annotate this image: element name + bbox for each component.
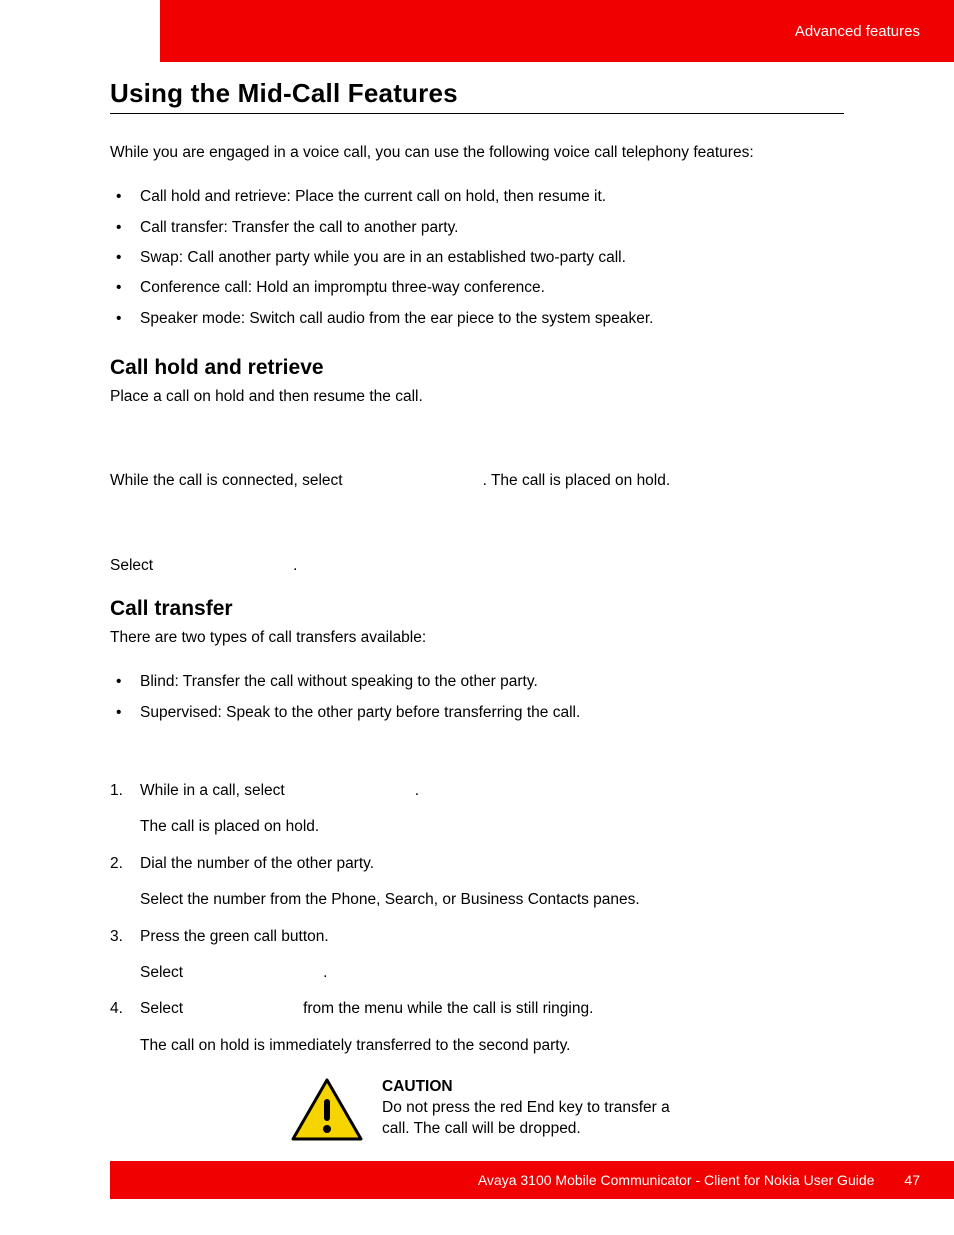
step-item: Selectfrom the menu while the call is st… [110, 996, 844, 1059]
page-title: Using the Mid-Call Features [110, 78, 844, 114]
step-item: Dial the number of the other party. Sele… [110, 851, 844, 914]
transfer-steps: While in a call, select. The call is pla… [110, 778, 844, 1059]
header-bar: Advanced features [160, 0, 954, 62]
step-item: Press the green call button. Select. [110, 924, 844, 987]
hold-step-1: While the call is connected, select. The… [110, 468, 844, 494]
caution-label: CAUTION [382, 1077, 682, 1098]
warning-icon [290, 1077, 364, 1148]
list-item: Speaker mode: Switch call audio from the… [110, 306, 844, 332]
transfer-desc: There are two types of call transfers av… [110, 625, 844, 651]
transfer-heading: Call transfer [110, 597, 844, 621]
footer-bar: Avaya 3100 Mobile Communicator - Client … [110, 1161, 954, 1199]
list-item: Call transfer: Transfer the call to anot… [110, 215, 844, 241]
step-item: While in a call, select. The call is pla… [110, 778, 844, 841]
page-content: Using the Mid-Call Features While you ar… [110, 78, 844, 1148]
footer-page-number: 47 [904, 1172, 920, 1188]
list-item: Call hold and retrieve: Place the curren… [110, 184, 844, 210]
features-list: Call hold and retrieve: Place the curren… [110, 184, 844, 332]
caution-block: CAUTION Do not press the red End key to … [290, 1077, 844, 1148]
header-section-label: Advanced features [795, 23, 920, 40]
list-item: Conference call: Hold an impromptu three… [110, 275, 844, 301]
hold-step-2: Select. [110, 553, 844, 579]
list-item: Blind: Transfer the call without speakin… [110, 669, 844, 695]
hold-heading: Call hold and retrieve [110, 356, 844, 380]
caution-text: CAUTION Do not press the red End key to … [382, 1077, 682, 1140]
footer-doc-title: Avaya 3100 Mobile Communicator - Client … [478, 1172, 875, 1188]
intro-paragraph: While you are engaged in a voice call, y… [110, 140, 844, 166]
list-item: Supervised: Speak to the other party bef… [110, 700, 844, 726]
hold-desc: Place a call on hold and then resume the… [110, 384, 844, 410]
list-item: Swap: Call another party while you are i… [110, 245, 844, 271]
transfer-types-list: Blind: Transfer the call without speakin… [110, 669, 844, 726]
